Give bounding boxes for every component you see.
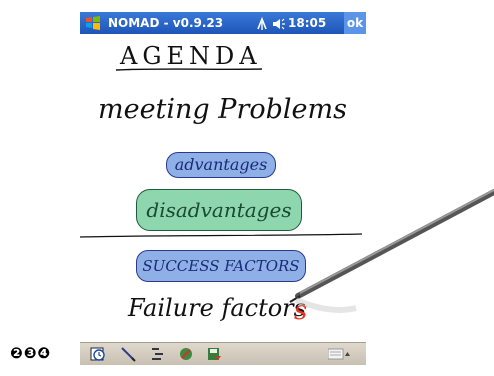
stylus-pen [289,189,494,313]
